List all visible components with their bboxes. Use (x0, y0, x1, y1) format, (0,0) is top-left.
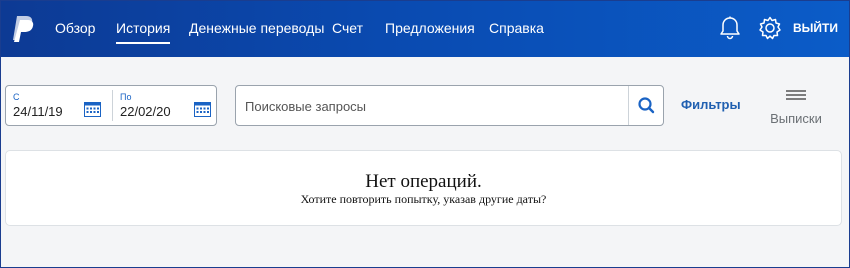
paypal-logo[interactable] (11, 14, 35, 44)
calendar-icon[interactable] (194, 101, 211, 117)
gear-icon[interactable] (757, 15, 783, 41)
nav-history[interactable]: История (116, 1, 171, 57)
calendar-icon[interactable] (84, 101, 101, 117)
empty-state-subtitle: Хотите повторить попытку, указав другие … (300, 192, 547, 206)
date-to-field[interactable]: По 22/02/20 (113, 86, 213, 125)
filters-link[interactable]: Фильтры (681, 97, 741, 112)
nav-account[interactable]: Счет (332, 1, 363, 57)
date-from-field[interactable]: С 24/11/19 (6, 86, 106, 125)
date-range-picker: С 24/11/19 По 22/02/20 (5, 85, 217, 126)
statements-label: Выписки (770, 111, 822, 126)
date-to-value: 22/02/20 (120, 104, 171, 119)
search-icon[interactable] (629, 86, 663, 125)
nav-offers[interactable]: Предложения (385, 1, 475, 57)
statements-button[interactable]: Выписки (763, 87, 829, 127)
date-from-label: С (13, 92, 20, 102)
date-from-value: 24/11/19 (13, 104, 63, 119)
bell-icon[interactable] (717, 15, 743, 41)
empty-state-title: Нет операций. (365, 171, 482, 192)
search-input[interactable] (245, 96, 625, 116)
menu-lines-icon (786, 90, 806, 100)
empty-state-card: Нет операций. Хотите повторить попытку, … (5, 150, 842, 226)
top-nav-bar: Обзор История Денежные переводы Счет Пре… (1, 1, 849, 57)
nav-help[interactable]: Справка (489, 1, 544, 57)
date-to-label: По (120, 92, 132, 102)
nav-overview[interactable]: Обзор (55, 1, 95, 57)
search-box (235, 85, 664, 126)
logout-button[interactable]: ВЫЙТИ (793, 1, 838, 57)
nav-money-transfers[interactable]: Денежные переводы (189, 1, 324, 57)
